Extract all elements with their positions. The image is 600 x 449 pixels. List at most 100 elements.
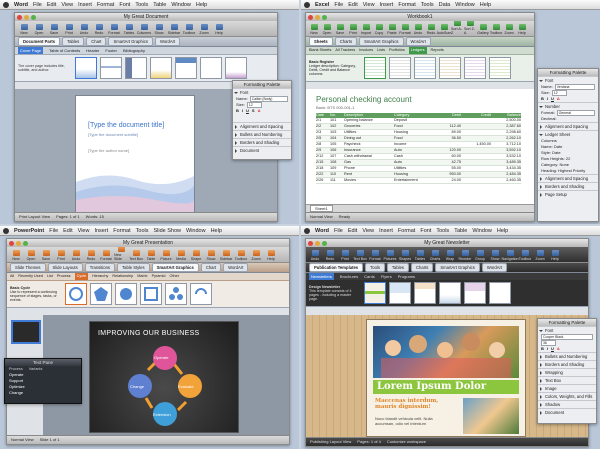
- doc-subtitle[interactable]: [Type the document subtitle]: [88, 132, 138, 137]
- table-cell[interactable]: Insurance: [344, 148, 394, 153]
- menu-powerpoint[interactable]: PowerPoint: [14, 228, 44, 234]
- table-cell[interactable]: Cash withdrawal: [344, 154, 394, 159]
- cycle-thumb[interactable]: [65, 283, 87, 305]
- menu-window[interactable]: Window: [171, 2, 191, 8]
- section-font[interactable]: Font: [538, 76, 598, 84]
- section-shadow[interactable]: Shadow: [538, 400, 596, 408]
- menu-format[interactable]: Format: [398, 2, 415, 8]
- section-image[interactable]: Image: [538, 384, 596, 392]
- underline-button[interactable]: U: [246, 108, 249, 114]
- section-alignment[interactable]: Alignment and Spacing: [538, 122, 598, 130]
- table-cell[interactable]: Cash: [394, 154, 431, 159]
- table-cell[interactable]: 101: [330, 118, 344, 123]
- section-borders[interactable]: Borders and Shading: [233, 138, 291, 146]
- redo-button[interactable]: Redo: [323, 250, 337, 261]
- sheet-area[interactable]: Personal checking account Bank: BTS 000-…: [306, 89, 534, 205]
- table-cell[interactable]: 2/18: [316, 166, 330, 171]
- toolbox-button[interactable]: Toolbox: [182, 24, 196, 35]
- table-cell[interactable]: [461, 154, 491, 159]
- section-page-setup[interactable]: Page Setup: [538, 190, 598, 198]
- table-cell[interactable]: Utilities: [394, 166, 431, 171]
- cover-thumb[interactable]: [225, 57, 247, 79]
- menu-word[interactable]: Word: [315, 228, 329, 234]
- tables-button[interactable]: Tables: [413, 250, 427, 261]
- table-cell[interactable]: 110: [330, 172, 344, 177]
- new-button[interactable]: New: [9, 250, 23, 261]
- open-button[interactable]: Open: [321, 24, 333, 35]
- section-alignment[interactable]: Alignment and Spacing: [233, 122, 291, 130]
- cover-thumb[interactable]: [175, 57, 197, 79]
- cycle-thumb[interactable]: [115, 283, 137, 305]
- template-thumb[interactable]: [489, 282, 511, 304]
- table-cell[interactable]: Phone: [344, 166, 394, 171]
- new-button[interactable]: New: [17, 24, 31, 35]
- table-cell[interactable]: 112.40: [431, 124, 461, 129]
- table-cell[interactable]: Utilities: [344, 130, 394, 135]
- sidebar-button[interactable]: Sidebar: [219, 250, 233, 261]
- ledger-thumb[interactable]: [489, 57, 511, 79]
- table-cell[interactable]: 3,489.35: [491, 160, 521, 165]
- table-cell[interactable]: 2,387.60: [491, 124, 521, 129]
- table-cell[interactable]: 950.00: [431, 172, 461, 177]
- ledger-thumb[interactable]: [439, 57, 461, 79]
- table-cell[interactable]: [461, 166, 491, 171]
- newsletter-subhead[interactable]: Maecenas interdum, mauris dignissim!: [375, 398, 455, 410]
- format-button[interactable]: Format: [99, 250, 113, 261]
- section-wrapping[interactable]: Wrapping: [538, 368, 596, 376]
- subtab-flyers[interactable]: Flyers: [381, 273, 392, 280]
- template-thumb[interactable]: [439, 282, 461, 304]
- toolbox-button[interactable]: Toolbox: [518, 250, 532, 261]
- toolbox-button[interactable]: Toolbox: [234, 250, 248, 261]
- table-cell[interactable]: Opening balance: [344, 118, 394, 123]
- open-button[interactable]: Open: [32, 24, 46, 35]
- subtab-toc[interactable]: Table of Contents: [49, 47, 80, 54]
- tab-smartart[interactable]: SmartArt Graphics: [435, 263, 480, 272]
- subtab-header[interactable]: Header: [86, 47, 99, 54]
- tab-document-parts[interactable]: Document Parts: [18, 37, 61, 46]
- menu-view[interactable]: View: [363, 2, 375, 8]
- window-controls[interactable]: [308, 240, 327, 246]
- table-cell[interactable]: [431, 118, 461, 123]
- section-text-box[interactable]: Text Box: [538, 376, 596, 384]
- menu-help[interactable]: Help: [196, 2, 207, 8]
- paste-button[interactable]: Paste: [386, 24, 398, 35]
- subtab-matrix[interactable]: Matrix: [137, 273, 147, 280]
- table-cell[interactable]: Auto: [394, 160, 431, 165]
- table-cell[interactable]: 2/15: [316, 160, 330, 165]
- window-controls[interactable]: [9, 240, 28, 246]
- table-cell[interactable]: 107: [330, 154, 344, 159]
- table-cell[interactable]: 120.00: [431, 148, 461, 153]
- subtab-all[interactable]: All: [10, 273, 14, 280]
- italic-button[interactable]: I: [242, 108, 243, 114]
- section-bullets[interactable]: Bullets and Numbering: [538, 352, 596, 360]
- table-cell[interactable]: [461, 118, 491, 123]
- menu-file[interactable]: File: [49, 228, 58, 234]
- table-cell[interactable]: 55.00: [431, 166, 461, 171]
- cycle-label-top[interactable]: Operate: [154, 355, 168, 360]
- table-cell[interactable]: 2/26: [316, 178, 330, 183]
- show-button[interactable]: Show: [488, 250, 502, 261]
- help-button[interactable]: Help: [516, 24, 528, 35]
- table-cell[interactable]: Paycheck: [344, 142, 394, 147]
- sort-az-button[interactable]: Sort A-Z: [451, 20, 463, 35]
- table-cell[interactable]: 2/1: [316, 118, 330, 123]
- menu-table[interactable]: Table: [153, 2, 166, 8]
- show-button[interactable]: Show: [152, 24, 166, 35]
- shadow-button[interactable]: S: [252, 108, 255, 114]
- subtab-brochures[interactable]: Brochures: [340, 273, 358, 280]
- section-font[interactable]: Font: [233, 88, 291, 96]
- doc-author[interactable]: [Type the author name]: [88, 148, 129, 153]
- subtab-newsletters[interactable]: Newsletters: [309, 273, 334, 280]
- menu-format[interactable]: Format: [97, 2, 114, 8]
- table-cell[interactable]: Dining out: [344, 136, 394, 141]
- section-borders[interactable]: Borders and Shading: [538, 182, 598, 190]
- menu-font[interactable]: Font: [420, 228, 431, 234]
- toolbox-button[interactable]: Toolbox: [490, 24, 502, 35]
- show-button[interactable]: Show: [204, 250, 218, 261]
- menu-insert[interactable]: Insert: [379, 228, 393, 234]
- pictures-button[interactable]: Pictures: [383, 250, 397, 261]
- table-cell[interactable]: [461, 130, 491, 135]
- table-cell[interactable]: Movies: [344, 178, 394, 183]
- shapes-button[interactable]: Shapes: [398, 250, 412, 261]
- table-cell[interactable]: 3,712.10: [491, 142, 521, 147]
